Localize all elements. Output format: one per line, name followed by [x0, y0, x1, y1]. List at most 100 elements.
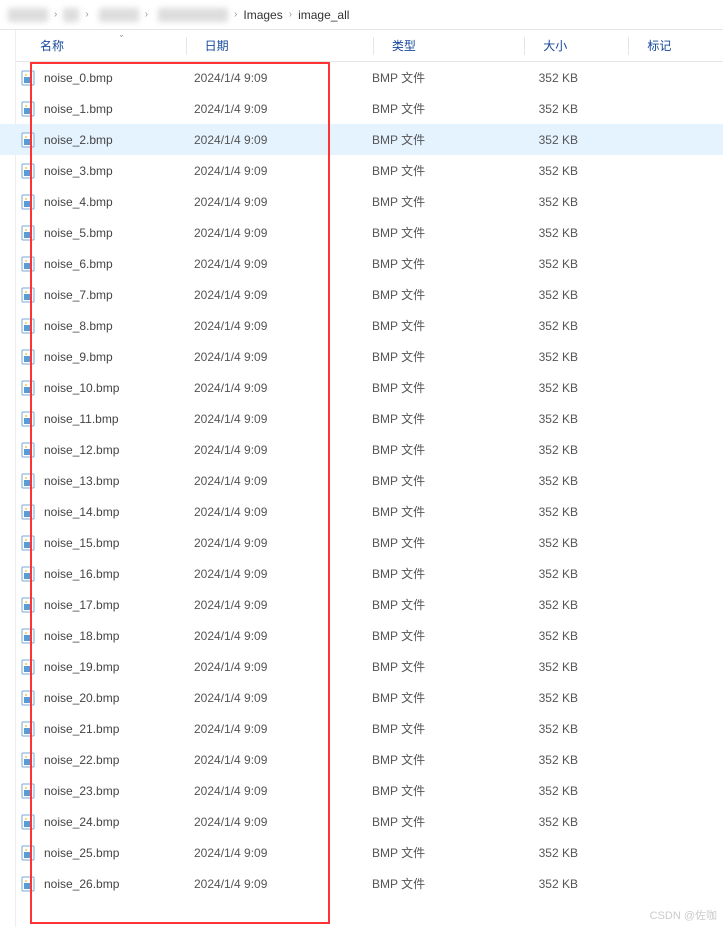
breadcrumb-blurred-segment	[63, 8, 79, 22]
file-date: 2024/1/4 9:09	[194, 567, 372, 581]
file-row[interactable]: noise_6.bmp 2024/1/4 9:09 BMP 文件 352 KB	[0, 248, 723, 279]
file-type: BMP 文件	[372, 565, 512, 582]
file-row[interactable]: noise_15.bmp 2024/1/4 9:09 BMP 文件 352 KB	[0, 527, 723, 558]
file-date: 2024/1/4 9:09	[194, 691, 372, 705]
file-type: BMP 文件	[372, 162, 512, 179]
file-icon-cell	[20, 597, 40, 613]
file-row[interactable]: noise_8.bmp 2024/1/4 9:09 BMP 文件 352 KB	[0, 310, 723, 341]
file-size: 352 KB	[512, 226, 602, 240]
file-size: 352 KB	[512, 443, 602, 457]
file-name: noise_12.bmp	[40, 443, 194, 457]
bmp-file-icon	[20, 163, 36, 179]
file-date: 2024/1/4 9:09	[194, 102, 372, 116]
file-size: 352 KB	[512, 753, 602, 767]
file-row[interactable]: noise_20.bmp 2024/1/4 9:09 BMP 文件 352 KB	[0, 682, 723, 713]
file-date: 2024/1/4 9:09	[194, 319, 372, 333]
header-date[interactable]: 日期	[205, 37, 373, 54]
file-size: 352 KB	[512, 195, 602, 209]
file-type: BMP 文件	[372, 131, 512, 148]
file-name: noise_13.bmp	[40, 474, 194, 488]
file-name: noise_21.bmp	[40, 722, 194, 736]
file-row[interactable]: noise_0.bmp 2024/1/4 9:09 BMP 文件 352 KB	[0, 62, 723, 93]
file-row[interactable]: noise_3.bmp 2024/1/4 9:09 BMP 文件 352 KB	[0, 155, 723, 186]
chevron-right-icon: ›	[289, 9, 292, 20]
bmp-file-icon	[20, 535, 36, 551]
file-row[interactable]: noise_9.bmp 2024/1/4 9:09 BMP 文件 352 KB	[0, 341, 723, 372]
file-date: 2024/1/4 9:09	[194, 71, 372, 85]
file-size: 352 KB	[512, 660, 602, 674]
file-date: 2024/1/4 9:09	[194, 226, 372, 240]
bmp-file-icon	[20, 380, 36, 396]
file-row[interactable]: noise_5.bmp 2024/1/4 9:09 BMP 文件 352 KB	[0, 217, 723, 248]
file-type: BMP 文件	[372, 782, 512, 799]
bmp-file-icon	[20, 659, 36, 675]
file-size: 352 KB	[512, 288, 602, 302]
file-icon-cell	[20, 287, 40, 303]
bmp-file-icon	[20, 225, 36, 241]
file-date: 2024/1/4 9:09	[194, 164, 372, 178]
file-row[interactable]: noise_13.bmp 2024/1/4 9:09 BMP 文件 352 KB	[0, 465, 723, 496]
file-row[interactable]: noise_19.bmp 2024/1/4 9:09 BMP 文件 352 KB	[0, 651, 723, 682]
file-size: 352 KB	[512, 815, 602, 829]
file-row[interactable]: noise_17.bmp 2024/1/4 9:09 BMP 文件 352 KB	[0, 589, 723, 620]
file-row[interactable]: noise_18.bmp 2024/1/4 9:09 BMP 文件 352 KB	[0, 620, 723, 651]
file-icon-cell	[20, 132, 40, 148]
file-size: 352 KB	[512, 722, 602, 736]
file-type: BMP 文件	[372, 503, 512, 520]
file-name: noise_0.bmp	[40, 71, 194, 85]
file-row[interactable]: noise_2.bmp 2024/1/4 9:09 BMP 文件 352 KB	[0, 124, 723, 155]
file-size: 352 KB	[512, 536, 602, 550]
file-name: noise_25.bmp	[40, 846, 194, 860]
file-name: noise_15.bmp	[40, 536, 194, 550]
file-name: noise_23.bmp	[40, 784, 194, 798]
file-row[interactable]: noise_11.bmp 2024/1/4 9:09 BMP 文件 352 KB	[0, 403, 723, 434]
file-icon-cell	[20, 70, 40, 86]
file-row[interactable]: noise_23.bmp 2024/1/4 9:09 BMP 文件 352 KB	[0, 775, 723, 806]
file-row[interactable]: noise_7.bmp 2024/1/4 9:09 BMP 文件 352 KB	[0, 279, 723, 310]
chevron-right-icon: ›	[85, 9, 88, 20]
file-row[interactable]: noise_26.bmp 2024/1/4 9:09 BMP 文件 352 KB	[0, 868, 723, 899]
bmp-file-icon	[20, 783, 36, 799]
file-row[interactable]: noise_12.bmp 2024/1/4 9:09 BMP 文件 352 KB	[0, 434, 723, 465]
file-size: 352 KB	[512, 598, 602, 612]
header-size[interactable]: 大小	[543, 37, 628, 54]
file-row[interactable]: noise_25.bmp 2024/1/4 9:09 BMP 文件 352 KB	[0, 837, 723, 868]
file-row[interactable]: noise_4.bmp 2024/1/4 9:09 BMP 文件 352 KB	[0, 186, 723, 217]
file-date: 2024/1/4 9:09	[194, 815, 372, 829]
file-icon-cell	[20, 411, 40, 427]
header-name[interactable]: 名称 ˇ	[40, 37, 186, 54]
file-icon-cell	[20, 318, 40, 334]
file-date: 2024/1/4 9:09	[194, 629, 372, 643]
file-type: BMP 文件	[372, 844, 512, 861]
file-row[interactable]: noise_10.bmp 2024/1/4 9:09 BMP 文件 352 KB	[0, 372, 723, 403]
bmp-file-icon	[20, 256, 36, 272]
file-row[interactable]: noise_1.bmp 2024/1/4 9:09 BMP 文件 352 KB	[0, 93, 723, 124]
file-row[interactable]: noise_22.bmp 2024/1/4 9:09 BMP 文件 352 KB	[0, 744, 723, 775]
file-size: 352 KB	[512, 877, 602, 891]
bmp-file-icon	[20, 194, 36, 210]
header-tag[interactable]: 标记	[647, 37, 723, 54]
file-row[interactable]: noise_21.bmp 2024/1/4 9:09 BMP 文件 352 KB	[0, 713, 723, 744]
breadcrumb-bar[interactable]: › › › › Images › image_all	[0, 0, 723, 30]
file-icon-cell	[20, 721, 40, 737]
bmp-file-icon	[20, 504, 36, 520]
file-size: 352 KB	[512, 505, 602, 519]
file-icon-cell	[20, 752, 40, 768]
file-row[interactable]: noise_24.bmp 2024/1/4 9:09 BMP 文件 352 KB	[0, 806, 723, 837]
file-type: BMP 文件	[372, 193, 512, 210]
file-row[interactable]: noise_16.bmp 2024/1/4 9:09 BMP 文件 352 KB	[0, 558, 723, 589]
file-icon-cell	[20, 876, 40, 892]
breadcrumb-item-images[interactable]: Images	[243, 8, 282, 22]
file-row[interactable]: noise_14.bmp 2024/1/4 9:09 BMP 文件 352 KB	[0, 496, 723, 527]
file-date: 2024/1/4 9:09	[194, 536, 372, 550]
file-type: BMP 文件	[372, 410, 512, 427]
header-type[interactable]: 类型	[392, 37, 524, 54]
file-size: 352 KB	[512, 784, 602, 798]
file-date: 2024/1/4 9:09	[194, 195, 372, 209]
file-type: BMP 文件	[372, 658, 512, 675]
file-type: BMP 文件	[372, 69, 512, 86]
file-list[interactable]: noise_0.bmp 2024/1/4 9:09 BMP 文件 352 KB …	[0, 62, 723, 899]
breadcrumb-item-image-all[interactable]: image_all	[298, 8, 349, 22]
file-name: noise_14.bmp	[40, 505, 194, 519]
breadcrumb-blurred-segment	[99, 8, 139, 22]
